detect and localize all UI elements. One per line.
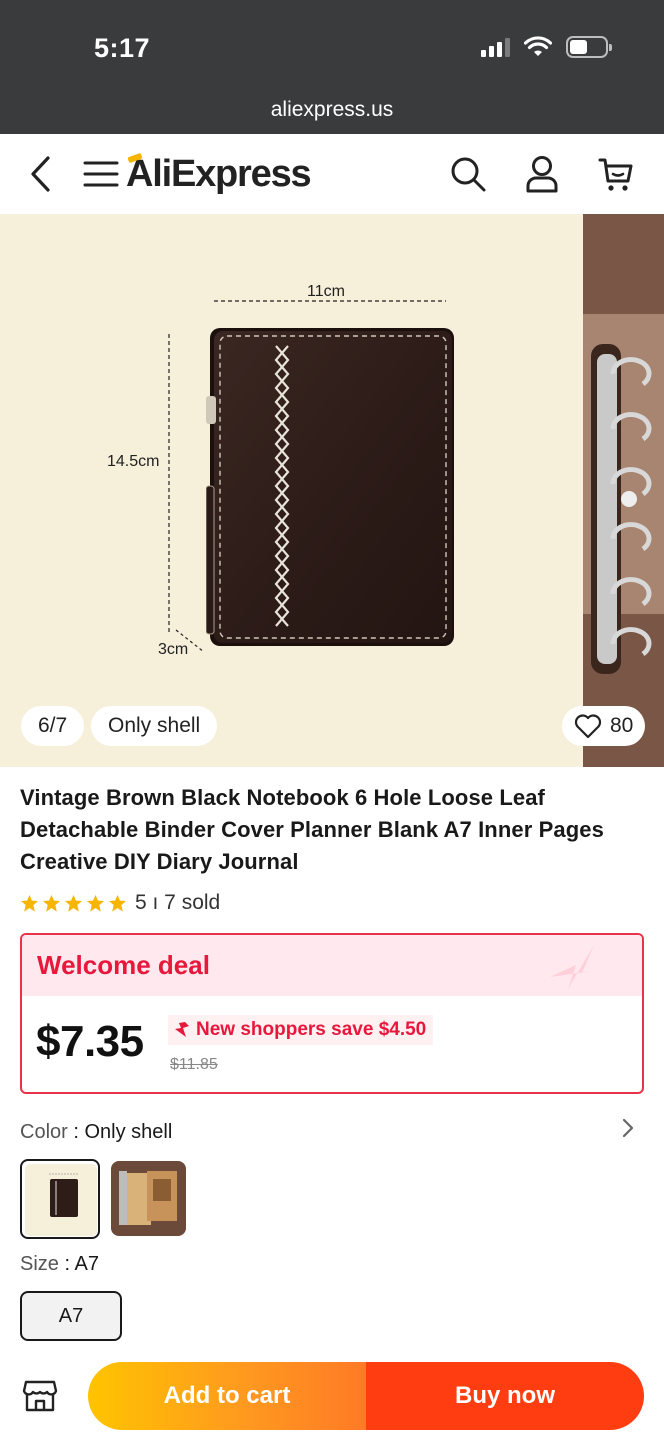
wishlist-button[interactable]: 80 — [562, 706, 646, 746]
star-icon — [20, 894, 39, 912]
product-title: Vintage Brown Black Notebook 6 Hole Loos… — [20, 785, 604, 874]
cart-button[interactable] — [596, 134, 636, 214]
depth-dimension-label: 3cm — [158, 641, 189, 658]
battery-icon — [566, 36, 612, 58]
account-icon — [526, 156, 558, 193]
add-to-cart-button[interactable]: Add to cart — [88, 1362, 366, 1430]
aliexpress-logo[interactable]: AliExpress — [126, 134, 312, 214]
menu-icon — [83, 161, 119, 187]
chevron-right-icon[interactable] — [620, 1117, 636, 1139]
size-option-a7[interactable]: A7 — [20, 1291, 122, 1341]
buy-now-button[interactable]: Buy now — [366, 1362, 644, 1430]
wishlist-count: 80 — [610, 714, 634, 737]
arrow-down-icon — [175, 1022, 189, 1037]
status-icons — [481, 36, 612, 58]
swatch-notebook-image — [25, 1164, 97, 1236]
logo-text: AliExpress — [126, 152, 312, 195]
notebook-photo — [206, 328, 454, 646]
new-shopper-savings: New shoppers save $4.50 — [168, 1015, 434, 1045]
savings-text: New shoppers save $4.50 — [196, 1019, 427, 1040]
size-label: Size : A7 — [20, 1253, 99, 1275]
deal-price: $7.35 — [36, 1017, 144, 1066]
back-button[interactable] — [20, 134, 60, 214]
gallery-counter: 6/7 — [21, 706, 85, 746]
height-dimension-line — [168, 334, 170, 635]
search-button[interactable] — [448, 134, 488, 214]
welcome-deal-box: Welcome deal $7.35 New shoppers save $4.… — [20, 933, 644, 1094]
gallery-main-image[interactable]: 11cm 14.5cm 3cm — [0, 214, 577, 767]
signal-icon — [481, 37, 510, 57]
color-swatch-with-pages[interactable] — [111, 1161, 186, 1236]
star-icon — [64, 894, 83, 912]
color-swatch-only-shell[interactable] — [20, 1159, 100, 1239]
search-icon — [451, 157, 486, 192]
menu-button[interactable] — [82, 134, 120, 214]
store-icon — [22, 1380, 58, 1412]
swatch-binder-image — [111, 1161, 186, 1236]
cart-icon — [598, 158, 633, 191]
size-value: A7 — [74, 1253, 99, 1275]
star-icon — [42, 894, 61, 912]
color-key: Color — [20, 1121, 68, 1143]
star-icon — [86, 894, 105, 912]
deal-badge-icon — [550, 945, 594, 989]
status-time: 5:17 — [94, 33, 151, 63]
size-key: Size — [20, 1253, 59, 1275]
gallery-variant-label: Only shell — [91, 706, 218, 746]
width-dimension-label: 11cm — [307, 283, 345, 300]
star-icon — [108, 894, 127, 912]
gallery-next-image[interactable] — [583, 214, 664, 767]
address-bar-url[interactable]: aliexpress.us — [0, 98, 664, 122]
app-header: AliExpress — [0, 134, 664, 214]
binder-rings-photo — [583, 214, 664, 767]
wifi-icon — [524, 36, 552, 56]
status-bar: 5:17 aliexpress.us — [0, 0, 664, 134]
purchase-actions: Add to cart Buy now — [88, 1362, 644, 1430]
rating-row[interactable]: 5 ı 7 sold — [20, 891, 220, 915]
deal-title: Welcome deal — [37, 950, 210, 980]
store-button[interactable] — [20, 1376, 60, 1416]
height-dimension-label: 14.5cm — [107, 453, 160, 470]
product-gallery[interactable]: 11cm 14.5cm 3cm 6/7 Only shell 80 — [0, 214, 664, 767]
deal-header: Welcome deal — [22, 935, 642, 996]
color-label[interactable]: Color : Only shell — [20, 1121, 172, 1144]
sold-count: 5 ı 7 sold — [135, 891, 221, 914]
back-icon — [31, 156, 50, 192]
color-value: Only shell — [84, 1121, 173, 1143]
account-button[interactable] — [522, 134, 562, 214]
heart-icon — [574, 714, 602, 739]
original-price: $11.85 — [170, 1056, 218, 1073]
